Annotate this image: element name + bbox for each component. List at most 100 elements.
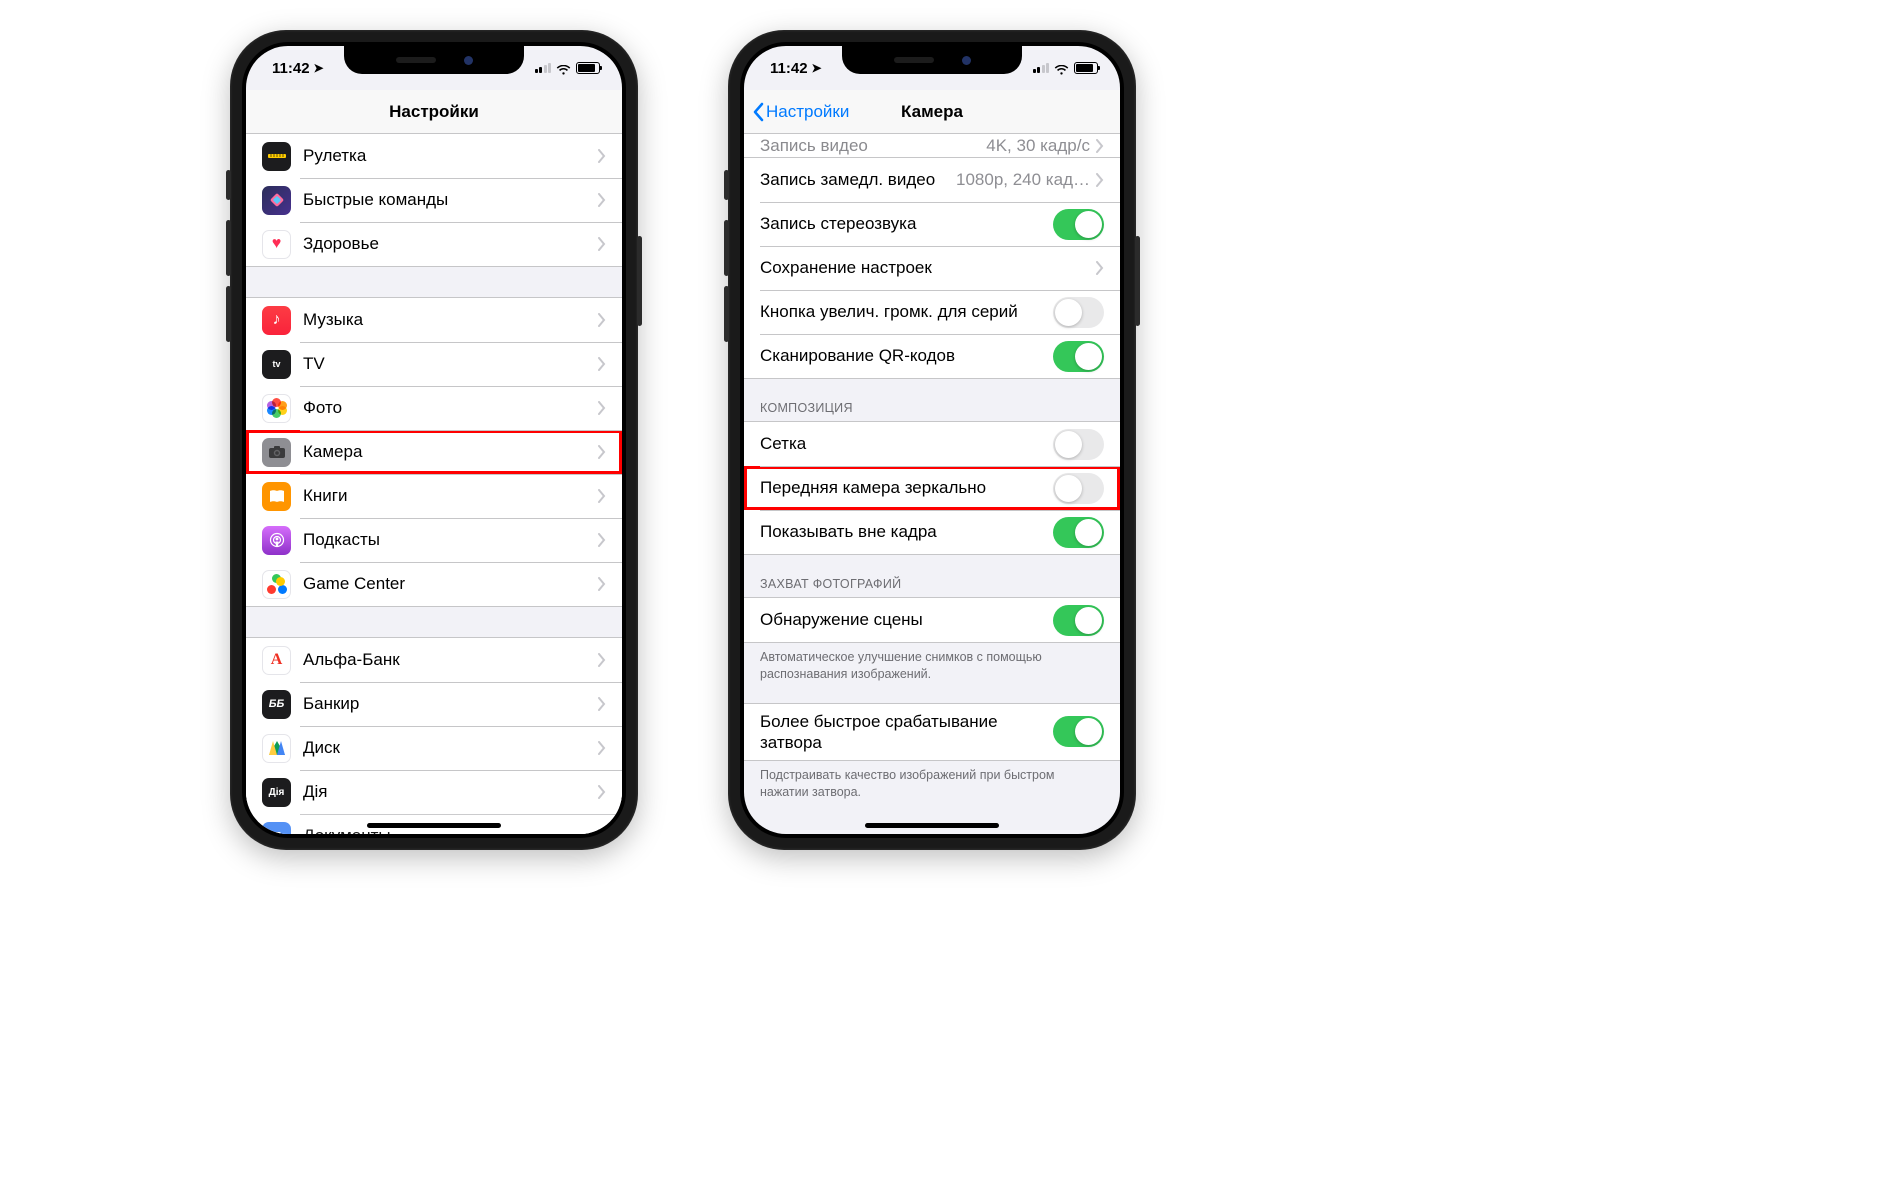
row-label: Диск	[303, 738, 598, 758]
signal-icon	[535, 63, 552, 73]
row-label: TV	[303, 354, 598, 374]
row-books[interactable]: Книги	[246, 474, 622, 518]
battery-icon	[576, 62, 600, 74]
row-bankir[interactable]: ББ Банкир	[246, 682, 622, 726]
row-qr[interactable]: Сканирование QR-кодов	[744, 334, 1120, 378]
row-outside-frame[interactable]: Показывать вне кадра	[744, 510, 1120, 554]
row-label: Сетка	[760, 434, 1053, 454]
row-health[interactable]: ♥ Здоровье	[246, 222, 622, 266]
row-label: Быстрые команды	[303, 190, 598, 210]
row-label: Показывать вне кадра	[760, 522, 1053, 542]
toggle-qr[interactable]	[1053, 341, 1104, 372]
row-ruler[interactable]: Рулетка	[246, 134, 622, 178]
row-label: Дія	[303, 782, 598, 802]
shortcuts-icon	[262, 186, 291, 215]
row-label: Камера	[303, 442, 598, 462]
section-header-capture: Захват фотографий	[744, 555, 1120, 597]
nav-bar: Настройки Камера	[744, 90, 1120, 134]
settings-list[interactable]: Рулетка Быстрые команды ♥ Здоровье	[246, 134, 622, 834]
row-mirror-front[interactable]: Передняя камера зеркально	[744, 466, 1120, 510]
chevron-right-icon	[1096, 139, 1104, 153]
row-label: Рулетка	[303, 146, 598, 166]
books-icon	[262, 482, 291, 511]
row-tv[interactable]: tv TV	[246, 342, 622, 386]
toggle-stereo[interactable]	[1053, 209, 1104, 240]
music-icon: ♪	[262, 306, 291, 335]
row-photos[interactable]: Фото	[246, 386, 622, 430]
location-icon: ➤	[314, 61, 324, 75]
toggle-mirror-front[interactable]	[1053, 473, 1104, 504]
battery-icon	[1074, 62, 1098, 74]
row-label: Фото	[303, 398, 598, 418]
gamecenter-icon	[262, 570, 291, 599]
chevron-right-icon	[598, 829, 606, 834]
health-icon: ♥	[262, 230, 291, 259]
row-label: Более быстрое срабатывание затвора	[760, 711, 1053, 754]
alfabank-icon: A	[262, 646, 291, 675]
row-label: Запись замедл. видео	[760, 170, 956, 190]
row-music[interactable]: ♪ Музыка	[246, 298, 622, 342]
row-volume-burst[interactable]: Кнопка увелич. громк. для серий	[744, 290, 1120, 334]
phone-right: 11:42 ➤ Настройки Камера Запись ви	[728, 30, 1136, 850]
diia-icon: Дія	[262, 778, 291, 807]
nav-bar: Настройки	[246, 90, 622, 134]
signal-icon	[1033, 63, 1050, 73]
row-label: Кнопка увелич. громк. для серий	[760, 302, 1053, 322]
row-faster-shutter[interactable]: Более быстрое срабатывание затвора	[744, 704, 1120, 760]
toggle-grid[interactable]	[1053, 429, 1104, 460]
chevron-right-icon	[598, 401, 606, 415]
chevron-right-icon	[598, 533, 606, 547]
bankir-icon: ББ	[262, 690, 291, 719]
toggle-outside-frame[interactable]	[1053, 517, 1104, 548]
home-indicator	[865, 823, 999, 828]
phone-left: 11:42 ➤ Настройки Рулетка	[230, 30, 638, 850]
row-label: Обнаружение сцены	[760, 610, 1053, 630]
toggle-volume-burst[interactable]	[1053, 297, 1104, 328]
row-record-video[interactable]: Запись видео 4K, 30 кадр/с	[744, 134, 1120, 158]
camera-icon	[262, 438, 291, 467]
status-time: 11:42	[272, 60, 310, 77]
row-diia[interactable]: Дія Дія	[246, 770, 622, 814]
row-label: Передняя камера зеркально	[760, 478, 1053, 498]
ruler-icon	[262, 142, 291, 171]
row-label: Сохранение настроек	[760, 258, 1096, 278]
row-preserve-settings[interactable]: Сохранение настроек	[744, 246, 1120, 290]
row-alfabank[interactable]: A Альфа-Банк	[246, 638, 622, 682]
row-camera[interactable]: Камера	[246, 430, 622, 474]
row-label: Сканирование QR-кодов	[760, 346, 1053, 366]
row-label: Game Center	[303, 574, 598, 594]
row-slomo[interactable]: Запись замедл. видео 1080p, 240 кад…	[744, 158, 1120, 202]
row-detail: 1080p, 240 кад…	[956, 170, 1090, 190]
chevron-right-icon	[598, 445, 606, 459]
row-label: Альфа-Банк	[303, 650, 598, 670]
row-stereo[interactable]: Запись стереозвука	[744, 202, 1120, 246]
row-drive[interactable]: Диск	[246, 726, 622, 770]
row-gamecenter[interactable]: Game Center	[246, 562, 622, 606]
chevron-right-icon	[598, 785, 606, 799]
toggle-scene-detection[interactable]	[1053, 605, 1104, 636]
podcasts-icon	[262, 526, 291, 555]
chevron-right-icon	[598, 489, 606, 503]
photos-icon	[262, 394, 291, 423]
row-label: Подкасты	[303, 530, 598, 550]
chevron-right-icon	[598, 237, 606, 251]
nav-title: Настройки	[389, 102, 479, 122]
chevron-right-icon	[598, 653, 606, 667]
back-button[interactable]: Настройки	[752, 90, 849, 133]
toggle-faster-shutter[interactable]	[1053, 716, 1104, 747]
row-grid[interactable]: Сетка	[744, 422, 1120, 466]
row-shortcuts[interactable]: Быстрые команды	[246, 178, 622, 222]
section-footer-scene: Автоматическое улучшение снимков с помощ…	[744, 643, 1120, 687]
row-label: Запись видео	[760, 136, 986, 156]
chevron-right-icon	[598, 357, 606, 371]
chevron-right-icon	[1096, 261, 1104, 275]
chevron-left-icon	[752, 102, 764, 122]
row-podcasts[interactable]: Подкасты	[246, 518, 622, 562]
camera-settings[interactable]: Запись видео 4K, 30 кадр/с Запись замедл…	[744, 134, 1120, 834]
row-scene-detection[interactable]: Обнаружение сцены	[744, 598, 1120, 642]
row-label: Книги	[303, 486, 598, 506]
chevron-right-icon	[1096, 173, 1104, 187]
row-label: Банкир	[303, 694, 598, 714]
back-label: Настройки	[766, 102, 849, 122]
location-icon: ➤	[812, 61, 822, 75]
